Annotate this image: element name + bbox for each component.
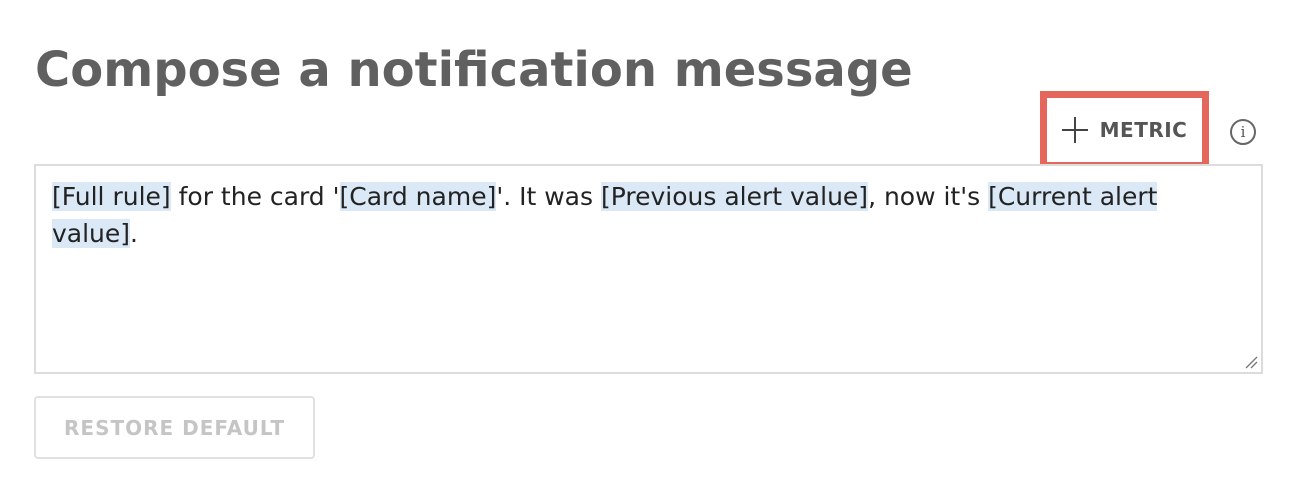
page-title: Compose a notification message xyxy=(35,42,913,98)
message-text[interactable]: [Full rule] for the card '[Card name]'. … xyxy=(52,178,1245,252)
resize-handle-icon[interactable] xyxy=(1244,355,1258,369)
info-icon[interactable]: i xyxy=(1230,119,1256,145)
token-previous-alert-value[interactable]: [Previous alert value] xyxy=(600,182,869,211)
message-text-segment: . xyxy=(130,219,138,248)
token-card-name[interactable]: [Card name] xyxy=(339,182,497,211)
message-text-segment: , now it's xyxy=(868,182,989,211)
restore-default-button[interactable]: RESTORE DEFAULT xyxy=(34,396,315,459)
message-editor[interactable]: [Full rule] for the card '[Card name]'. … xyxy=(34,164,1263,374)
add-metric-button[interactable]: METRIC xyxy=(1040,91,1209,169)
plus-icon xyxy=(1061,117,1088,143)
message-text-segment: for the card ' xyxy=(170,182,340,211)
message-text-segment: '. It was xyxy=(496,182,601,211)
token-full-rule[interactable]: [Full rule] xyxy=(52,182,171,211)
add-metric-label: METRIC xyxy=(1099,118,1188,142)
